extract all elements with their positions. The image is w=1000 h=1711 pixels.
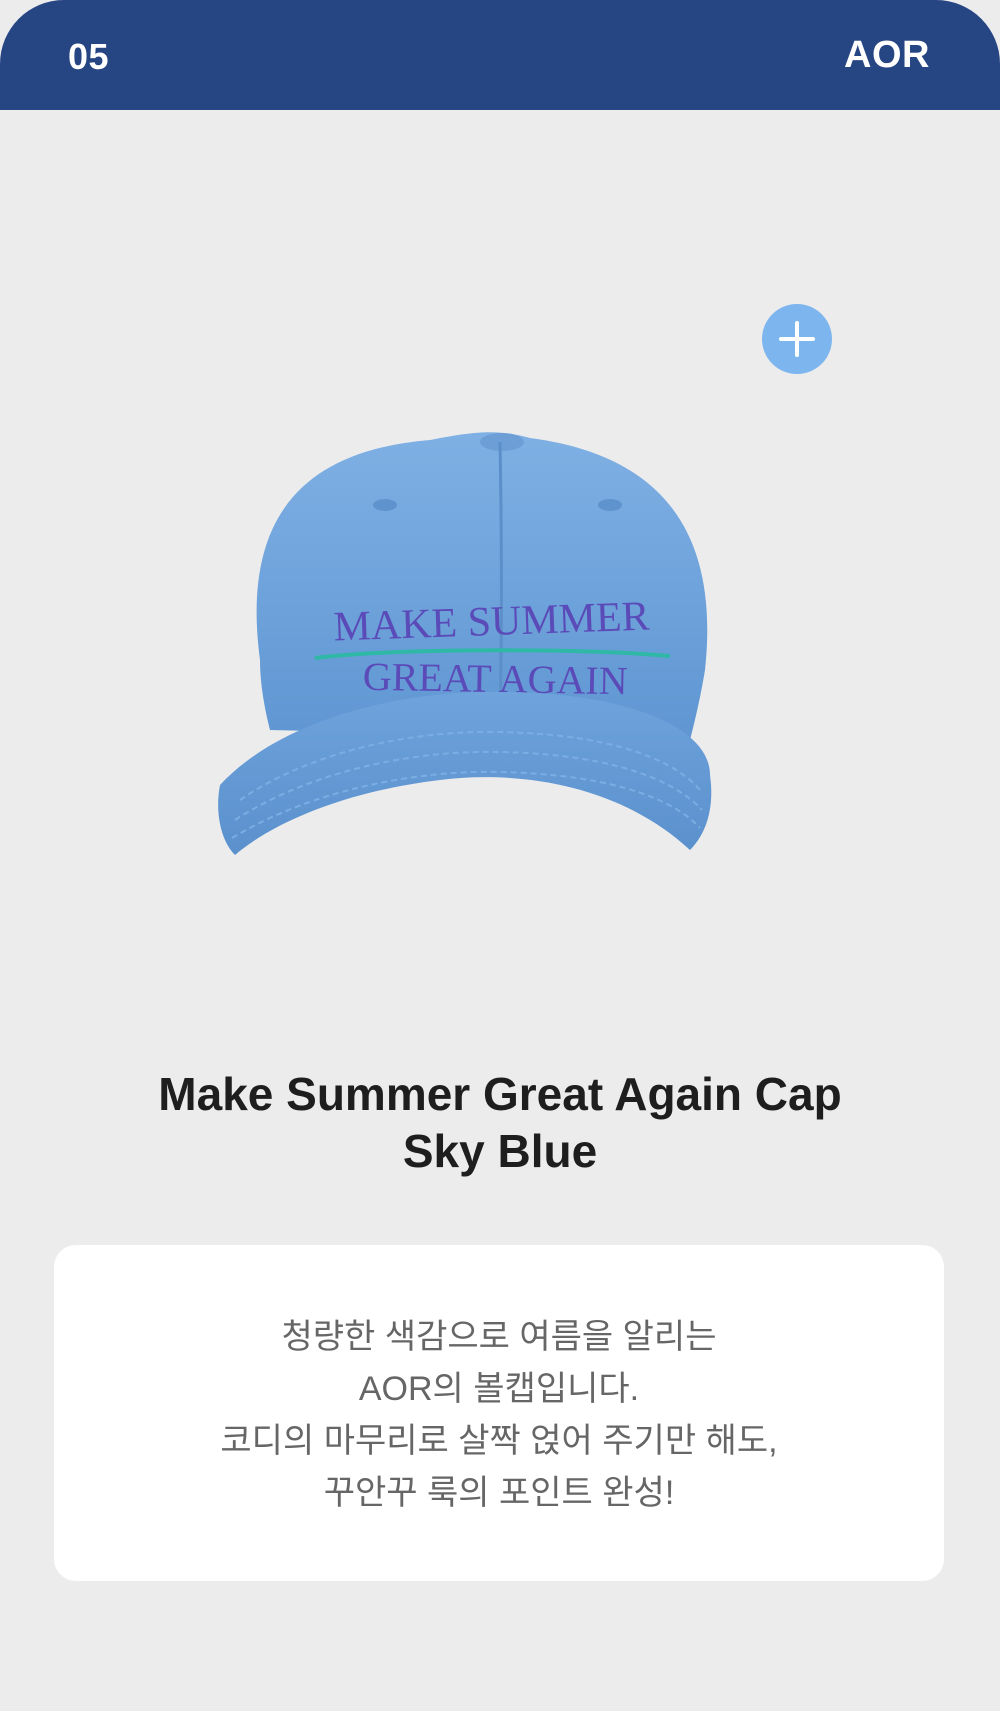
product-title-line2: Sky Blue <box>402 1125 598 1177</box>
product-image-cap: MAKE SUMMER GREAT AGAIN <box>218 432 712 855</box>
description-line-3: 코디의 마무리로 살짝 얹어 주기만 해도, <box>220 1422 778 1460</box>
description-card: 청량한 색감으로 여름을 알리는 AOR의 볼캡입니다. 코디의 마무리로 살짝… <box>54 1245 944 1581</box>
product-title-line1: Make Summer Great Again Cap <box>158 1068 842 1120</box>
header-bar: 05 AOR <box>0 0 1000 110</box>
description-line-1: 청량한 색감으로 여름을 알리는 <box>281 1318 717 1356</box>
description-line-4: 꾸안꾸 룩의 포인트 완성! <box>323 1474 675 1512</box>
product-title: Make Summer Great Again Cap Sky Blue <box>0 1066 1000 1180</box>
description-line-2: AOR의 볼캡입니다. <box>358 1370 640 1408</box>
brand-name: AOR <box>844 34 930 76</box>
item-number: 05 <box>68 36 110 77</box>
add-to-wishlist-button[interactable] <box>762 304 832 374</box>
cap-top-button <box>480 433 524 451</box>
